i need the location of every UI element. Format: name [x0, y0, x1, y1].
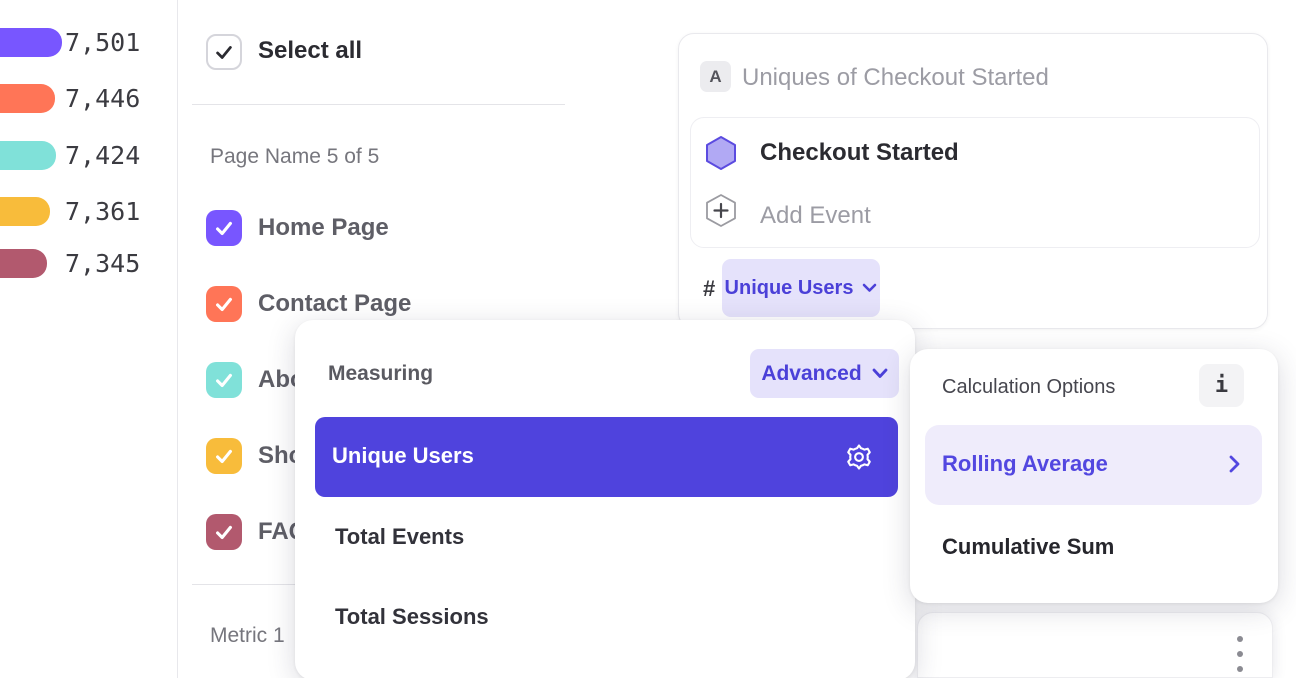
add-event-icon[interactable]: [704, 193, 738, 233]
event-hexagon-icon: [704, 135, 738, 176]
legend-value: 7,345: [65, 249, 140, 278]
calculation-options-title: Calculation Options: [942, 376, 1115, 399]
legend-swatch-bar: [0, 249, 47, 278]
menu-option-unique-users[interactable]: Unique Users: [315, 417, 898, 497]
legend-value: 7,446: [65, 84, 140, 113]
legend-value: 7,501: [65, 28, 140, 57]
legend-swatch-bar: [0, 84, 55, 113]
legend-swatch-bar: [0, 141, 56, 170]
legend-value: 7,424: [65, 141, 140, 170]
query-title-input[interactable]: Uniques of Checkout Started: [742, 64, 1049, 92]
menu-option-total-sessions[interactable]: Total Sessions: [335, 604, 489, 630]
menu-option-rolling-average[interactable]: Rolling Average: [925, 425, 1262, 505]
chevron-right-icon: [1229, 455, 1240, 478]
checkmark-icon: [213, 293, 235, 315]
checkmark-icon: [213, 521, 235, 543]
measurement-value: Unique Users: [725, 277, 854, 300]
select-all-label: Select all: [258, 37, 362, 65]
chevron-down-icon: [862, 283, 877, 293]
metric-options-panel: [917, 612, 1273, 678]
kebab-dot: [1237, 666, 1243, 672]
legend-swatch-bar: [0, 197, 50, 226]
checkbox-label: Home Page: [258, 214, 389, 242]
checkbox-contact-page[interactable]: [206, 286, 242, 322]
advanced-label: Advanced: [761, 362, 861, 386]
metric-label: Metric 1: [210, 624, 285, 648]
analytics-screen: 7,501 7,446 7,424 7,361 7,345 Select all…: [0, 0, 1296, 678]
measuring-title: Measuring: [328, 362, 433, 386]
kebab-dot: [1237, 651, 1243, 657]
filter-group-label: Page Name 5 of 5: [210, 145, 379, 169]
checkbox-label: Contact Page: [258, 290, 411, 318]
advanced-dropdown-button[interactable]: Advanced: [750, 349, 899, 398]
select-all-checkbox[interactable]: [206, 34, 242, 70]
panel-divider: [177, 0, 178, 678]
kebab-dot: [1237, 636, 1243, 642]
checkbox-shop-page[interactable]: [206, 438, 242, 474]
checkbox-about-page[interactable]: [206, 362, 242, 398]
add-event-label[interactable]: Add Event: [760, 202, 871, 230]
menu-option-label: Rolling Average: [942, 451, 1108, 477]
checkmark-icon: [213, 445, 235, 467]
checkbox-faq-page[interactable]: [206, 514, 242, 550]
legend-value: 7,361: [65, 197, 140, 226]
measurement-hash-symbol: #: [703, 276, 715, 302]
menu-option-label: Unique Users: [332, 443, 474, 469]
info-icon[interactable]: i: [1199, 364, 1244, 407]
checkmark-icon: [213, 369, 235, 391]
menu-option-total-events[interactable]: Total Events: [335, 524, 464, 550]
measurement-dropdown-button[interactable]: Unique Users: [722, 259, 880, 317]
gear-icon[interactable]: [844, 442, 874, 477]
checkbox-home-page[interactable]: [206, 210, 242, 246]
chevron-down-icon: [872, 368, 888, 379]
checkmark-icon: [213, 217, 235, 239]
checkmark-icon: [213, 41, 235, 63]
legend-swatch-bar: [0, 28, 62, 57]
kebab-menu-icon[interactable]: [1233, 636, 1247, 672]
event-name[interactable]: Checkout Started: [760, 139, 959, 167]
divider: [192, 104, 565, 105]
menu-option-cumulative-sum[interactable]: Cumulative Sum: [942, 534, 1114, 560]
query-row-badge[interactable]: A: [700, 61, 731, 92]
